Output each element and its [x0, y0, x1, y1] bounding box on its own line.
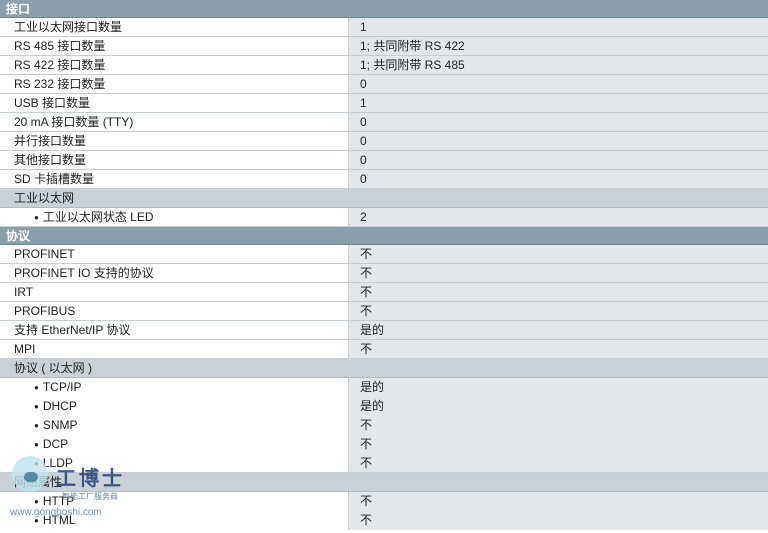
spec-row: RS 422 接口数量 1; 共同附带 RS 485 — [0, 56, 768, 75]
spec-value: 不 — [349, 340, 768, 358]
spec-row: IRT 不 — [0, 283, 768, 302]
spec-label: 工业以太网状态 LED — [0, 208, 349, 226]
watermark-tagline: 智能工厂服务商 — [62, 492, 118, 501]
spec-value: 不 — [349, 264, 768, 282]
watermark-url: www.gongboshi.com — [10, 507, 102, 518]
spec-value: 1 — [349, 18, 768, 36]
spec-label: MPI — [0, 340, 349, 358]
spec-label: SNMP — [0, 416, 349, 435]
spec-row: SD 卡插槽数量 0 — [0, 170, 768, 189]
spec-value: 不 — [349, 245, 768, 263]
spec-value: 不 — [349, 283, 768, 301]
spec-value: 0 — [349, 151, 768, 169]
spec-label: DHCP — [0, 397, 349, 416]
spec-value: 不 — [349, 302, 768, 320]
spec-label: PROFINET IO 支持的协议 — [0, 264, 349, 282]
spec-value: 不 — [349, 416, 768, 435]
spec-row: TCP/IP是的 — [0, 378, 768, 397]
spec-value: 0 — [349, 132, 768, 150]
spec-row: PROFINET IO 支持的协议不 — [0, 264, 768, 283]
spec-row: 20 mA 接口数量 (TTY) 0 — [0, 113, 768, 132]
spec-value: 不 — [349, 435, 768, 454]
section-header-interfaces: 接口 — [0, 0, 768, 18]
watermark: 工博士 智能工厂服务商 www.gongboshi.com — [8, 452, 138, 522]
spec-value: 2 — [349, 208, 768, 226]
spec-row: DHCP是的 — [0, 397, 768, 416]
spec-row: 并行接口数量 0 — [0, 132, 768, 151]
spec-value: 1; 共同附带 RS 485 — [349, 56, 768, 74]
spec-value: 不 — [349, 511, 768, 530]
robot-face-icon — [24, 472, 38, 482]
group-header-protocols-ethernet: 协议 ( 以太网 ) — [0, 359, 768, 378]
spec-value: 是的 — [349, 321, 768, 339]
spec-value: 是的 — [349, 378, 768, 397]
spec-label: RS 485 接口数量 — [0, 37, 349, 55]
spec-value: 0 — [349, 170, 768, 188]
spec-value: 不 — [349, 454, 768, 472]
spec-label: 20 mA 接口数量 (TTY) — [0, 113, 349, 131]
spec-row: RS 232 接口数量 0 — [0, 75, 768, 94]
spec-label: TCP/IP — [0, 378, 349, 397]
spec-table: 接口 工业以太网接口数量 1 RS 485 接口数量 1; 共同附带 RS 422 … — [0, 0, 768, 530]
spec-label: 工业以太网接口数量 — [0, 18, 349, 36]
spec-row: PROFIBUS 不 — [0, 302, 768, 321]
spec-value: 0 — [349, 113, 768, 131]
spec-label: SD 卡插槽数量 — [0, 170, 349, 188]
spec-label: PROFINET — [0, 245, 349, 263]
spec-row: USB 接口数量 1 — [0, 94, 768, 113]
spec-label: PROFIBUS — [0, 302, 349, 320]
spec-label: 并行接口数量 — [0, 132, 349, 150]
spec-value: 0 — [349, 75, 768, 93]
spec-value: 1; 共同附带 RS 422 — [349, 37, 768, 55]
spec-row: RS 485 接口数量 1; 共同附带 RS 422 — [0, 37, 768, 56]
watermark-brand: 工博士 — [56, 468, 125, 490]
spec-label: 支持 EtherNet/IP 协议 — [0, 321, 349, 339]
spec-value: 1 — [349, 94, 768, 112]
spec-row: PROFINET 不 — [0, 245, 768, 264]
spec-label: 其他接口数量 — [0, 151, 349, 169]
spec-value: 不 — [349, 492, 768, 511]
group-header-industrial-ethernet: 工业以太网 — [0, 189, 768, 208]
spec-row: 工业以太网状态 LED2 — [0, 208, 768, 227]
spec-row: 其他接口数量 0 — [0, 151, 768, 170]
spec-label: RS 422 接口数量 — [0, 56, 349, 74]
spec-row: SNMP不 — [0, 416, 768, 435]
spec-label: RS 232 接口数量 — [0, 75, 349, 93]
spec-row: MPI 不 — [0, 340, 768, 359]
spec-row: 工业以太网接口数量 1 — [0, 18, 768, 37]
spec-label: IRT — [0, 283, 349, 301]
spec-value: 是的 — [349, 397, 768, 416]
spec-row: 支持 EtherNet/IP 协议 是的 — [0, 321, 768, 340]
section-header-protocols: 协议 — [0, 227, 768, 245]
spec-label: USB 接口数量 — [0, 94, 349, 112]
